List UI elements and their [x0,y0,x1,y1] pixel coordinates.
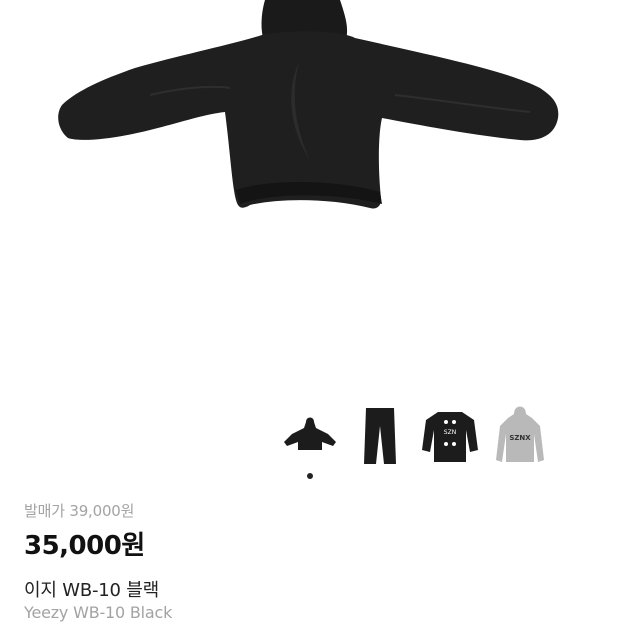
thumbnail-strip: SZN SZNX [0,404,620,468]
black-hoodie-thumb-icon [284,417,336,450]
carousel-indicator-dot[interactable] [307,473,313,479]
thumbnail-black-sweatshirt[interactable]: SZN [422,404,478,468]
sale-price: 35,000원 [24,531,145,561]
product-main-image[interactable] [0,0,620,400]
hoodie-print-label: SZNX [509,434,531,442]
grey-hoodie-thumb-icon: SZNX [496,406,544,462]
original-price: 발매가 39,000원 [24,502,135,520]
black-pants-thumb-icon [364,408,396,464]
sweatshirt-print-label: SZN [444,429,456,436]
thumbnail-grey-hoodie[interactable]: SZNX [492,404,548,468]
product-name-korean: 이지 WB-10 블랙 [24,580,160,601]
black-windbreaker-hoodie-image [58,0,559,209]
black-sweatshirt-thumb-icon: SZN [422,412,478,462]
product-name-english: Yeezy WB-10 Black [24,603,173,622]
thumbnail-black-hoodie[interactable] [282,404,338,468]
thumbnail-black-pants[interactable] [352,404,408,468]
